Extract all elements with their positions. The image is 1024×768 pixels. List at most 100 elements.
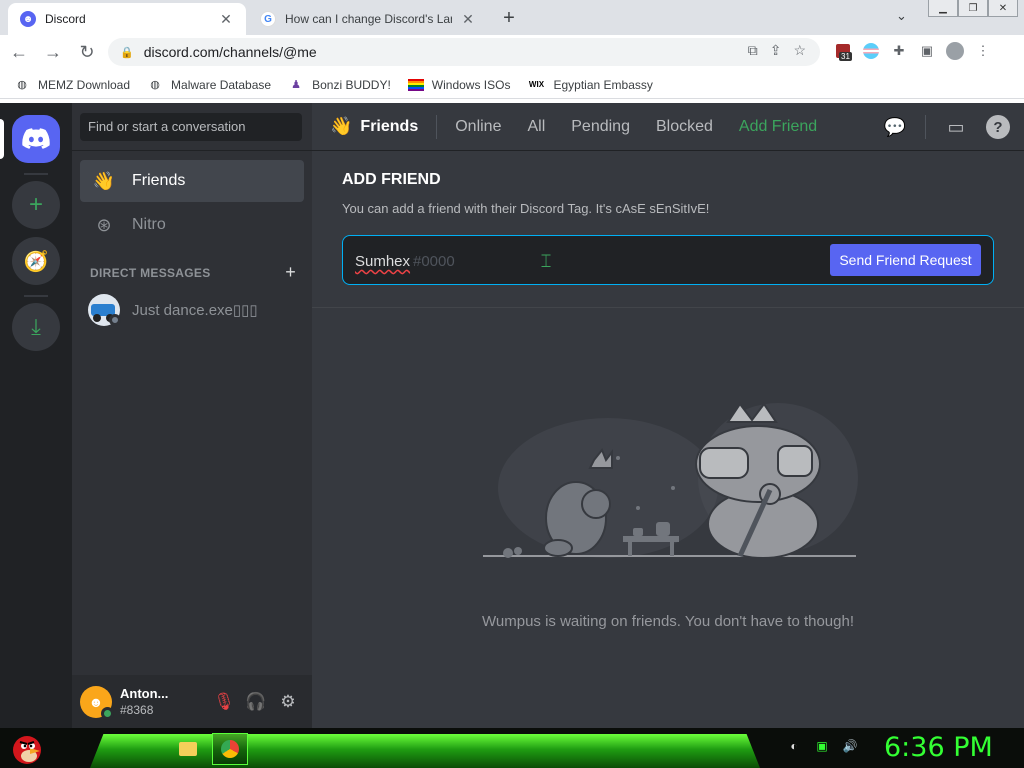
omnibox-actions: ⧉ ⇪ ☆: [748, 42, 806, 59]
back-icon[interactable]: ←: [4, 37, 34, 67]
divider: [436, 114, 438, 139]
menu-kebab-icon[interactable]: ⋮: [974, 42, 992, 60]
mute-microphone-icon[interactable]: 🎙: [208, 686, 240, 718]
globe-icon: ◍: [150, 79, 160, 91]
restore-icon[interactable]: ❐: [958, 0, 988, 17]
monitor-icon[interactable]: ▣: [814, 738, 830, 754]
file-explorer-taskbar-button[interactable]: [170, 733, 206, 765]
direct-messages-header: DIRECT MESSAGES +: [90, 263, 296, 281]
profile-avatar-icon[interactable]: [946, 42, 964, 60]
globe-icon: ◍: [17, 79, 27, 91]
dm-list-item[interactable]: Just dance.exe▯▯▯: [80, 289, 304, 331]
help-icon[interactable]: ?: [986, 115, 1010, 139]
friends-wave-icon: 👋: [330, 116, 353, 136]
user-info[interactable]: Anton... #8368: [120, 686, 208, 717]
dm-sidebar: Find or start a conversation 👋 Friends ⊛…: [72, 103, 312, 728]
bonzi-icon: ♟: [291, 79, 302, 91]
window-controls: ▁ ❐ ✕: [928, 0, 1018, 17]
tab-online[interactable]: Online: [453, 116, 503, 138]
user-discriminator: #8368: [120, 703, 154, 717]
add-friend-input[interactable]: Sumhex: [355, 253, 410, 270]
close-tab-icon[interactable]: ✕: [218, 11, 234, 28]
dm-header-label: DIRECT MESSAGES: [90, 266, 211, 280]
lock-icon[interactable]: 🔒: [120, 46, 134, 59]
tab-google-search[interactable]: G How can I change Discord's Lang ✕: [248, 3, 488, 35]
bookmark-label: Malware Database: [171, 77, 272, 92]
sidebar-item-friends[interactable]: 👋 Friends: [80, 160, 304, 202]
offline-status-icon: [109, 314, 121, 326]
calendar-extension-icon[interactable]: 31: [834, 42, 852, 61]
address-bar[interactable]: 🔒 discord.com/channels/@me ⧉ ⇪ ☆: [108, 38, 820, 66]
server-rail: + 🧭 ⤓: [0, 103, 72, 728]
tab-title: Discord: [45, 12, 86, 26]
tab-add-friend[interactable]: Add Friend: [737, 116, 819, 138]
download-apps-button[interactable]: ⤓: [12, 303, 60, 351]
page-title: Friends: [360, 117, 419, 135]
share-icon[interactable]: ⇪: [770, 42, 782, 59]
bookmark-label: Bonzi BUDDY!: [312, 77, 391, 92]
compass-icon: 🧭: [23, 250, 49, 273]
google-favicon-icon: G: [260, 11, 276, 27]
new-group-dm-icon[interactable]: 💬: [883, 115, 907, 139]
angry-bird-icon: [13, 736, 41, 764]
folder-icon: [179, 742, 197, 756]
bookmark-label: Windows ISOs: [431, 77, 511, 92]
sidebar-item-nitro[interactable]: ⊛ Nitro: [80, 204, 304, 246]
start-button-angry-bird-icon[interactable]: [6, 728, 48, 768]
find-conversation-button[interactable]: Find or start a conversation: [80, 113, 302, 141]
trans-flag-extension-icon[interactable]: [862, 42, 880, 60]
bookmark-memz[interactable]: ◍ MEMZ Download: [14, 77, 130, 93]
bookmark-bonzi[interactable]: ♟ Bonzi BUDDY!: [288, 77, 391, 93]
divider: [312, 307, 1024, 308]
volume-icon[interactable]: 🔊: [842, 738, 858, 754]
sidebar-item-label: Nitro: [132, 216, 166, 233]
avatar[interactable]: ☻: [80, 685, 114, 720]
nitro-icon: ⊛: [96, 214, 112, 235]
inbox-icon[interactable]: ▭: [944, 115, 968, 139]
create-dm-plus-icon[interactable]: +: [285, 263, 296, 281]
friends-main: 👋 Friends Online All Pending Blocked Add…: [312, 103, 1024, 728]
empty-state-message: Wumpus is waiting on friends. You don't …: [482, 613, 854, 630]
explore-servers-button[interactable]: 🧭: [12, 237, 60, 285]
translate-icon[interactable]: ⧉: [748, 42, 758, 59]
bookmark-star-icon[interactable]: ☆: [793, 42, 806, 59]
bookmark-malware-db[interactable]: ◍ Malware Database: [147, 77, 271, 93]
friends-header: 👋 Friends Online All Pending Blocked Add…: [312, 103, 1024, 151]
clock[interactable]: 6:36 PM: [884, 732, 993, 763]
online-status-icon: [101, 706, 114, 720]
add-friend-input-wrapper[interactable]: Sumhex #0000 ⌶ Send Friend Request: [342, 235, 994, 285]
tab-blocked[interactable]: Blocked: [654, 116, 715, 138]
reload-icon[interactable]: ↻: [72, 37, 102, 67]
discord-logo-icon: ☻: [88, 693, 104, 710]
tab-all[interactable]: All: [525, 116, 547, 138]
tab-search-chevron-icon[interactable]: ⌄: [896, 8, 907, 24]
home-button[interactable]: [12, 115, 60, 163]
add-server-button[interactable]: +: [12, 181, 60, 229]
forward-icon[interactable]: →: [38, 37, 68, 67]
send-friend-request-button[interactable]: Send Friend Request: [830, 244, 981, 276]
settings-gear-icon[interactable]: ⚙: [272, 686, 304, 718]
tab-pending[interactable]: Pending: [569, 116, 632, 138]
os-taskbar: ◐ ▣ 🔊 6:36 PM: [0, 728, 1024, 768]
new-tab-icon[interactable]: +: [498, 7, 520, 30]
close-window-icon[interactable]: ✕: [988, 0, 1018, 17]
close-tab-icon[interactable]: ✕: [460, 11, 476, 28]
wix-icon: WIX: [528, 80, 545, 89]
network-icon[interactable]: ◐: [786, 738, 802, 754]
header-toolbar: 💬 ▭ ?: [883, 115, 1010, 139]
minimize-icon[interactable]: ▁: [928, 0, 958, 17]
tab-title: How can I change Discord's Lang: [285, 12, 452, 26]
chrome-taskbar-button[interactable]: [212, 733, 248, 765]
bookmark-label: MEMZ Download: [38, 77, 131, 92]
bookmarks-bar: ◍ MEMZ Download ◍ Malware Database ♟ Bon…: [0, 71, 1024, 99]
headphones-icon[interactable]: 🎧: [240, 686, 272, 718]
discriminator-placeholder: #0000: [413, 253, 455, 270]
browser-window: ☻ Discord ✕ G How can I change Discord's…: [0, 0, 1024, 103]
bookmark-windows-isos[interactable]: Windows ISOs: [407, 77, 511, 93]
bookmark-egyptian-embassy[interactable]: WIX Egyptian Embassy: [527, 77, 653, 93]
side-panel-icon[interactable]: ▣: [918, 42, 936, 60]
user-panel: ☻ Anton... #8368 🎙 🎧 ⚙: [72, 675, 312, 728]
extensions-puzzle-icon[interactable]: ✚: [890, 42, 908, 60]
plus-icon: +: [28, 191, 43, 218]
tab-discord[interactable]: ☻ Discord ✕: [8, 3, 246, 35]
